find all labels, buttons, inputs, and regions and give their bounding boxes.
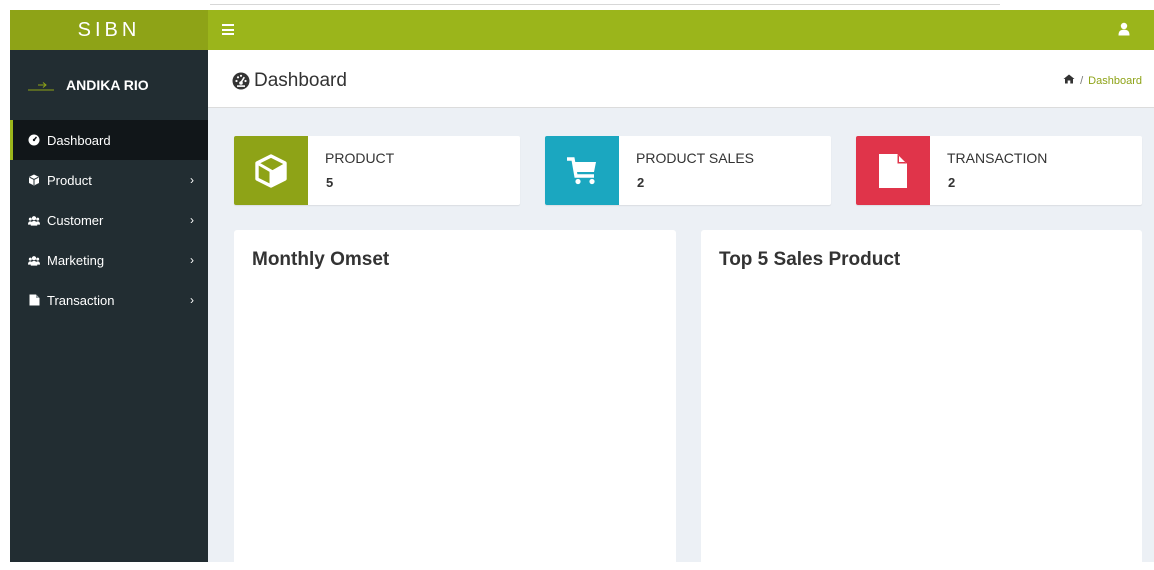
menu-toggle-icon[interactable] bbox=[222, 24, 234, 35]
page: SIBN ANDIKA RIO Dashboard Product › Cust… bbox=[0, 0, 1154, 570]
file-icon bbox=[28, 294, 40, 306]
user-menu-icon[interactable] bbox=[1118, 22, 1130, 36]
stat-box-product-sales[interactable]: PRODUCT SALES 2 bbox=[545, 136, 831, 205]
home-icon[interactable] bbox=[1063, 74, 1075, 87]
chevron-right-icon: › bbox=[190, 253, 194, 267]
user-name: ANDIKA RIO bbox=[66, 77, 149, 93]
panel-monthly-omset: Monthly Omset bbox=[234, 230, 676, 570]
sidebar-menu: Dashboard Product › Customer › Marketing… bbox=[10, 120, 208, 320]
sidebar-item-label: Product bbox=[47, 172, 92, 188]
sidebar-item-label: Dashboard bbox=[47, 132, 111, 148]
stat-value: 2 bbox=[948, 175, 956, 190]
sidebar-item-product[interactable]: Product › bbox=[10, 160, 208, 200]
sidebar-item-marketing[interactable]: Marketing › bbox=[10, 240, 208, 280]
chevron-right-icon: › bbox=[190, 213, 194, 227]
stat-label: TRANSACTION bbox=[947, 150, 1048, 166]
main-content: Dashboard / Dashboard PRODUCT 5 PRODUCT … bbox=[208, 50, 1154, 570]
stat-value: 2 bbox=[637, 175, 645, 190]
stat-icon-bg bbox=[856, 136, 930, 205]
sidebar-item-customer[interactable]: Customer › bbox=[10, 200, 208, 240]
dashboard-icon bbox=[28, 134, 40, 146]
stat-box-transaction[interactable]: TRANSACTION 2 bbox=[856, 136, 1142, 205]
cube-icon bbox=[255, 153, 287, 188]
breadcrumb-separator: / bbox=[1080, 74, 1084, 87]
chevron-right-icon: › bbox=[190, 293, 194, 307]
dashboard-icon bbox=[232, 72, 250, 90]
breadcrumb: / Dashboard bbox=[1063, 74, 1142, 87]
stat-icon-bg bbox=[234, 136, 308, 205]
users-icon bbox=[28, 254, 40, 266]
sidebar-item-label: Marketing bbox=[47, 252, 105, 268]
top-divider bbox=[210, 4, 1000, 5]
top-strip bbox=[0, 0, 1154, 10]
users-icon bbox=[28, 214, 40, 226]
sidebar-item-dashboard[interactable]: Dashboard bbox=[10, 120, 208, 160]
chevron-right-icon: › bbox=[190, 173, 194, 187]
cart-icon bbox=[567, 156, 596, 184]
stat-box-product[interactable]: PRODUCT 5 bbox=[234, 136, 520, 205]
breadcrumb-current[interactable]: Dashboard bbox=[1088, 75, 1142, 87]
user-avatar bbox=[26, 77, 56, 93]
stat-icon-bg bbox=[545, 136, 619, 205]
brand-logo[interactable]: SIBN bbox=[10, 10, 208, 50]
cube-icon bbox=[28, 174, 40, 186]
panel-title: Monthly Omset bbox=[252, 249, 390, 270]
panel-title: Top 5 Sales Product bbox=[719, 249, 901, 270]
left-margin bbox=[0, 10, 10, 562]
stat-label: PRODUCT SALES bbox=[636, 150, 754, 166]
file-icon bbox=[879, 153, 907, 188]
sidebar-item-label: Customer bbox=[47, 212, 104, 228]
top-navbar bbox=[208, 10, 1154, 50]
stat-value: 5 bbox=[326, 175, 334, 190]
sidebar: ANDIKA RIO Dashboard Product › Customer … bbox=[10, 50, 208, 562]
panel-top-sales-product: Top 5 Sales Product bbox=[701, 230, 1142, 570]
sidebar-item-transaction[interactable]: Transaction › bbox=[10, 280, 208, 320]
page-title: Dashboard bbox=[232, 70, 347, 92]
page-title-text: Dashboard bbox=[254, 70, 347, 91]
sidebar-item-label: Transaction bbox=[47, 292, 115, 308]
stat-label: PRODUCT bbox=[325, 150, 395, 166]
content-header: Dashboard / Dashboard bbox=[208, 50, 1154, 108]
user-panel: ANDIKA RIO bbox=[10, 50, 208, 120]
